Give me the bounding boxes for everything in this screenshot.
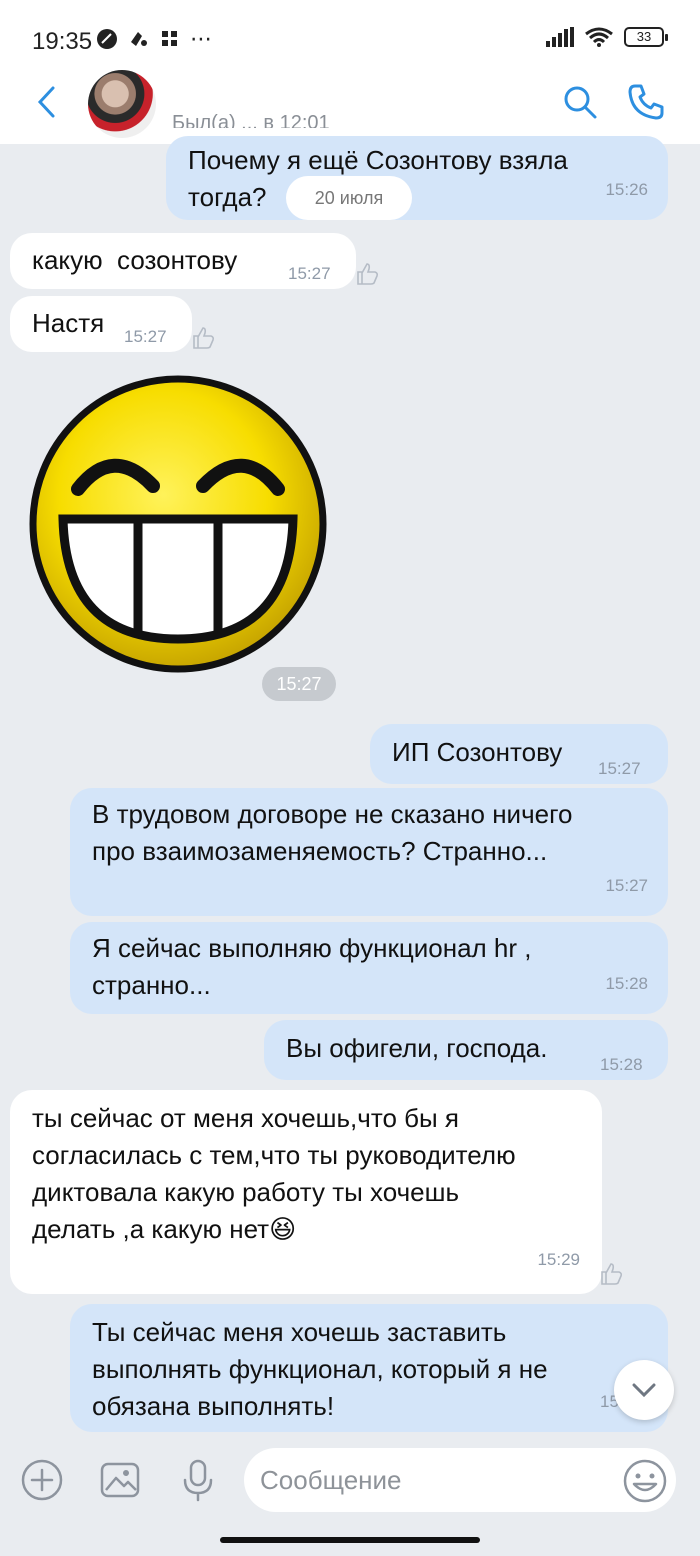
like-icon[interactable] xyxy=(190,324,216,350)
chevron-down-icon xyxy=(632,1383,656,1398)
chevron-left-icon xyxy=(37,86,55,118)
message-time: 15:26 xyxy=(605,180,648,199)
message-in[interactable]: ты сейчас от меня хочешь,что бы я соглас… xyxy=(10,1090,602,1294)
message-time: 15:27 xyxy=(124,327,167,346)
message-text: Я сейчас выполняю функционал hr , странн… xyxy=(92,933,532,1000)
back-button[interactable] xyxy=(26,82,66,122)
scroll-to-bottom-button[interactable] xyxy=(614,1360,674,1420)
notification-grid-icon xyxy=(162,31,177,46)
status-time: 19:35 xyxy=(32,28,93,55)
emoji-icon[interactable] xyxy=(622,1458,668,1504)
message-out[interactable]: В трудовом договоре не сказано ничего пр… xyxy=(70,788,668,916)
microphone-icon[interactable] xyxy=(176,1458,220,1502)
search-button[interactable] xyxy=(560,82,600,122)
status-right-icons: 33 xyxy=(546,26,668,48)
chat-header: Был(а) ... в 12:01 xyxy=(0,60,700,144)
date-chip: 20 июля xyxy=(286,176,412,220)
message-text: В трудовом договоре не сказано ничего пр… xyxy=(92,799,573,866)
message-time: 15:28 xyxy=(600,1055,643,1074)
contact-last-seen: Был(а) ... в 12:01 xyxy=(172,112,330,128)
wifi-icon xyxy=(585,27,613,47)
message-composer xyxy=(0,1440,700,1556)
message-text: ты сейчас от меня хочешь,что бы я соглас… xyxy=(32,1103,516,1244)
status-notification-icons: ⋯ xyxy=(96,26,212,52)
sticker-time: 15:27 xyxy=(262,667,336,701)
message-text: ИП Созонтову xyxy=(392,737,563,767)
home-indicator xyxy=(220,1537,480,1543)
search-icon xyxy=(564,86,597,119)
message-text: Настя xyxy=(32,308,105,338)
message-text: Вы офигели, господа. xyxy=(286,1033,548,1063)
message-text: какую созонтову xyxy=(32,245,238,275)
battery-icon: 33 xyxy=(624,27,668,47)
add-attachment-icon[interactable] xyxy=(20,1458,64,1502)
message-in[interactable]: какую созонтову 15:27 xyxy=(10,233,356,289)
call-button[interactable] xyxy=(626,82,666,122)
notification-app-icon xyxy=(131,32,147,46)
message-text: Почему я ещё Созонтову взяла тогда? xyxy=(188,145,568,212)
message-out[interactable]: Почему я ещё Созонтову взяла тогда? 15:2… xyxy=(166,136,668,220)
message-time: 15:29 xyxy=(537,1250,580,1269)
message-time: 15:27 xyxy=(288,264,331,283)
message-out[interactable]: Ты сейчас меня хочешь заставить выполнят… xyxy=(70,1304,668,1432)
phone-icon xyxy=(628,84,664,120)
gallery-icon[interactable] xyxy=(98,1458,142,1502)
like-icon[interactable] xyxy=(598,1260,624,1286)
message-out[interactable]: Я сейчас выполняю функционал hr , странн… xyxy=(70,922,668,1014)
grinning-smiley-sticker[interactable] xyxy=(28,374,328,674)
message-text: Ты сейчас меня хочешь заставить выполнят… xyxy=(92,1317,548,1421)
signal-icon xyxy=(546,27,574,47)
message-in[interactable]: Настя 15:27 xyxy=(10,296,192,352)
message-input[interactable] xyxy=(244,1448,676,1512)
notification-moon-icon xyxy=(97,29,117,49)
message-time: 15:27 xyxy=(598,759,641,778)
message-time: 15:27 xyxy=(605,876,648,895)
more-notifications-icon: ⋯ xyxy=(190,26,212,51)
chat-messages[interactable]: Почему я ещё Созонтову взяла тогда? 15:2… xyxy=(0,136,700,1440)
message-out[interactable]: Вы офигели, господа. 15:28 xyxy=(264,1020,668,1080)
message-time: 15:28 xyxy=(605,974,648,993)
message-out[interactable]: ИП Созонтову 15:27 xyxy=(370,724,668,784)
contact-avatar[interactable] xyxy=(88,70,156,138)
like-icon[interactable] xyxy=(354,260,380,286)
